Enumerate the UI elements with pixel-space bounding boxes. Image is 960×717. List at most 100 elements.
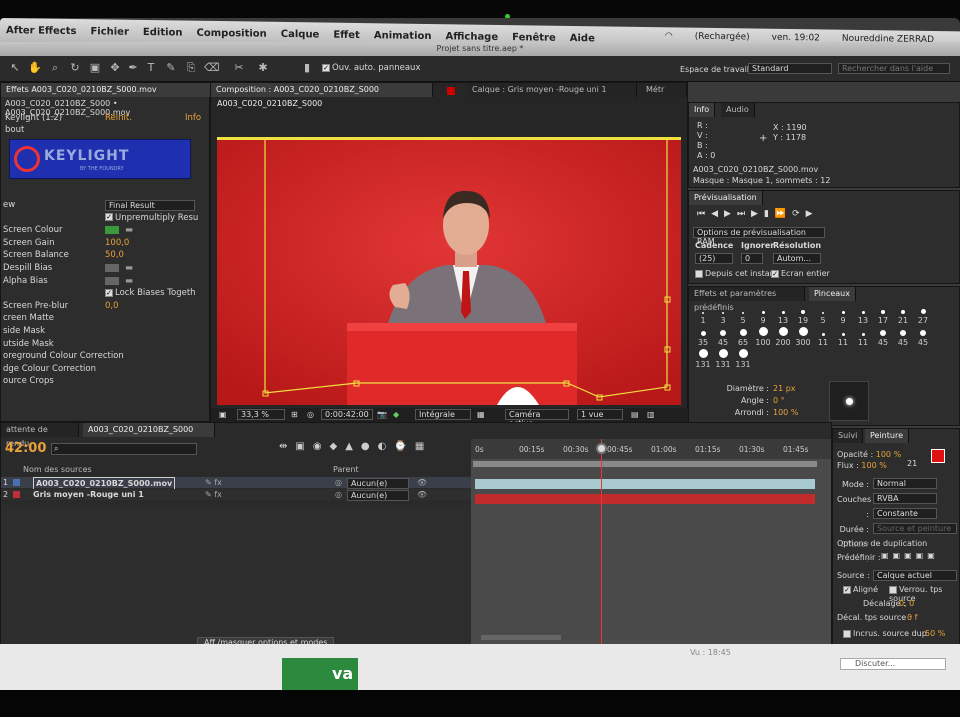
eyedropper-icon[interactable]: ▬ <box>125 224 133 237</box>
brush-preset[interactable]: 45 <box>913 327 933 347</box>
auto-panels-toggle[interactable]: ✓ Ouv. auto. panneaux <box>322 63 420 73</box>
playhead[interactable] <box>601 439 602 647</box>
work-area-bar[interactable] <box>473 461 817 467</box>
effect-row[interactable]: Screen Colour ▬ <box>1 224 211 237</box>
zoom-select[interactable]: 33,3 % <box>237 409 285 420</box>
effect-row[interactable]: Despill Bias ▬ <box>1 262 211 275</box>
effect-row[interactable]: Screen Gain 100,0 <box>1 237 211 250</box>
cadence-select[interactable]: (25) <box>695 253 733 264</box>
effect-row[interactable]: ew Final Result <box>1 199 211 212</box>
effect-row[interactable]: ✓ Lock Biases Togeth <box>1 287 211 300</box>
reset-link[interactable]: Réinit. <box>105 113 132 123</box>
overlay-toggle[interactable]: Incrus. source dup. <box>843 629 929 638</box>
roi-icon[interactable]: ▦ <box>477 410 485 419</box>
foreground-color-swatch[interactable] <box>931 449 945 463</box>
brush-preset[interactable]: 11 <box>813 327 833 347</box>
brush-preset[interactable]: 131 <box>713 349 733 369</box>
brush-preset[interactable]: 19 <box>793 305 813 325</box>
timeline-icon[interactable]: ▥ <box>647 410 655 419</box>
effect-row[interactable]: side Mask <box>1 325 211 338</box>
effect-row[interactable]: Screen Balance 50,0 <box>1 249 211 262</box>
effect-row[interactable]: Screen Pre-blur 0,0 <box>1 300 211 313</box>
menu-animation[interactable]: Animation <box>374 30 432 42</box>
workspace-icon[interactable]: ▮ <box>300 61 314 75</box>
selection-tool-icon[interactable]: ↖ <box>8 61 22 75</box>
brushes-tab[interactable]: Pinceaux <box>809 287 856 301</box>
comp-viewer[interactable] <box>217 137 681 405</box>
effect-row[interactable]: ✓ Unpremultiply Resu <box>1 212 211 225</box>
brush-preset[interactable]: 45 <box>713 327 733 347</box>
views-select[interactable]: 1 vue <box>577 409 623 420</box>
effect-value[interactable]: 0,0 <box>105 300 119 313</box>
menu-app[interactable]: After Effects <box>6 25 76 37</box>
aligned-toggle[interactable]: ✓ Aligné <box>843 585 878 594</box>
brush-preset[interactable]: 9 <box>753 305 773 325</box>
brush-preset[interactable]: 300 <box>793 327 813 347</box>
pan-behind-tool-icon[interactable]: ✥ <box>108 61 122 75</box>
parent-select[interactable]: Aucun(e) <box>347 490 409 501</box>
wifi-icon[interactable]: ◠ <box>665 31 673 41</box>
erase-select[interactable]: Source et peinture <box>873 523 957 534</box>
battery-status[interactable]: (Rechargée) <box>695 32 750 43</box>
layer-name[interactable]: Gris moyen -Rouge uni 1 <box>33 489 144 500</box>
color-swatch[interactable] <box>105 226 119 235</box>
brush-preset[interactable]: 27 <box>913 305 933 325</box>
effects-presets-tab[interactable]: Effets et paramètres prédéfinis <box>689 287 805 312</box>
brush-preset[interactable]: 65 <box>733 327 753 347</box>
brush-tool-icon[interactable]: ✎ <box>164 61 178 75</box>
effect-row[interactable]: creen Matte <box>1 312 211 325</box>
parent-select[interactable]: Aucun(e) <box>347 478 409 489</box>
effects-panel-tab[interactable]: Effets A003_C020_0210BZ_S000.mov <box>1 83 211 97</box>
fx-switch-icon[interactable]: ✎ fx <box>205 477 222 488</box>
parent-pickwhip-icon[interactable]: ◎ <box>335 477 342 488</box>
brush-preset[interactable]: 100 <box>753 327 773 347</box>
menu-edition[interactable]: Edition <box>143 26 183 38</box>
brush-preset[interactable]: 3 <box>713 305 733 325</box>
snapshot-icon[interactable]: 📷 <box>377 410 387 419</box>
layer-bar-1[interactable] <box>475 479 815 489</box>
timeline-layer-row[interactable]: 1 A003_C020_0210BZ_S000.mov ✎ fx ◎ Aucun(e) 👁 <box>1 477 471 490</box>
camera-select[interactable]: Caméra active <box>505 409 569 428</box>
flow-value[interactable]: 100 % <box>861 461 886 470</box>
timeline-switches[interactable]: ⇹▣◉◆▲●◐⌚▦ <box>279 441 432 452</box>
channels-select[interactable]: RVBA <box>873 493 937 504</box>
brush-preset[interactable]: 131 <box>733 349 753 369</box>
timeline-comp-tab[interactable]: A003_C020_0210BZ_S000 <box>83 423 215 437</box>
layer-bar-2[interactable] <box>475 494 815 504</box>
camera-tool-icon[interactable]: ▣ <box>88 61 102 75</box>
info-tab[interactable]: Info <box>689 103 716 117</box>
effect-row[interactable]: oreground Colour Correction <box>1 350 211 363</box>
render-queue-tab[interactable]: attente de rendu <box>1 423 79 448</box>
brush-preset[interactable]: 13 <box>853 305 873 325</box>
effect-row[interactable]: ource Crops <box>1 375 211 388</box>
channel-icon[interactable]: ◆ <box>393 410 399 419</box>
zoom-tool-icon[interactable]: ⌕ <box>48 61 62 75</box>
menu-fichier[interactable]: Fichier <box>90 26 128 38</box>
roto-tool-icon[interactable]: ✂ <box>232 61 246 75</box>
discuss-input[interactable]: Discuter... <box>840 658 946 670</box>
brush-preset[interactable]: 21 <box>893 305 913 325</box>
effect-row[interactable]: Alpha Bias ▬ <box>1 275 211 288</box>
tracker-tab[interactable]: Suivi <box>833 429 864 443</box>
from-current-toggle[interactable]: Depuis cet instant <box>695 269 778 278</box>
fast-preview-icon[interactable]: ▤ <box>631 410 639 419</box>
layer-tab[interactable]: Calque : Gris moyen -Rouge uni 1 <box>467 83 637 97</box>
brush-preset[interactable]: 13 <box>773 305 793 325</box>
angle-value[interactable]: 0 ° <box>773 395 798 407</box>
ignore-input[interactable]: 0 <box>741 253 763 264</box>
duration-select[interactable]: Constante <box>873 508 937 519</box>
eye-icon[interactable]: 👁 <box>417 477 427 488</box>
eyedropper-icon[interactable]: ▬ <box>125 262 133 275</box>
menu-composition[interactable]: Composition <box>197 27 267 39</box>
flowchart-tab[interactable]: Métr <box>641 83 687 97</box>
mask-visibility-icon[interactable]: ◎ <box>307 410 314 419</box>
grid-icon[interactable]: ⊞ <box>291 410 298 419</box>
menu-affichage[interactable]: Affichage <box>446 31 499 43</box>
comp-subtab[interactable]: A003_C020_0210BZ_S000 <box>217 99 322 108</box>
comp-tab[interactable]: Composition : A003_C020_0210BZ_S000 <box>211 83 433 97</box>
workspace-select[interactable]: Standard <box>748 63 832 74</box>
preview-tab[interactable]: Prévisualisation <box>689 191 763 205</box>
paint-tab[interactable]: Peinture <box>865 429 909 443</box>
playhead-handle[interactable] <box>596 443 607 454</box>
time-offset-value[interactable]: 0 f <box>907 613 917 622</box>
